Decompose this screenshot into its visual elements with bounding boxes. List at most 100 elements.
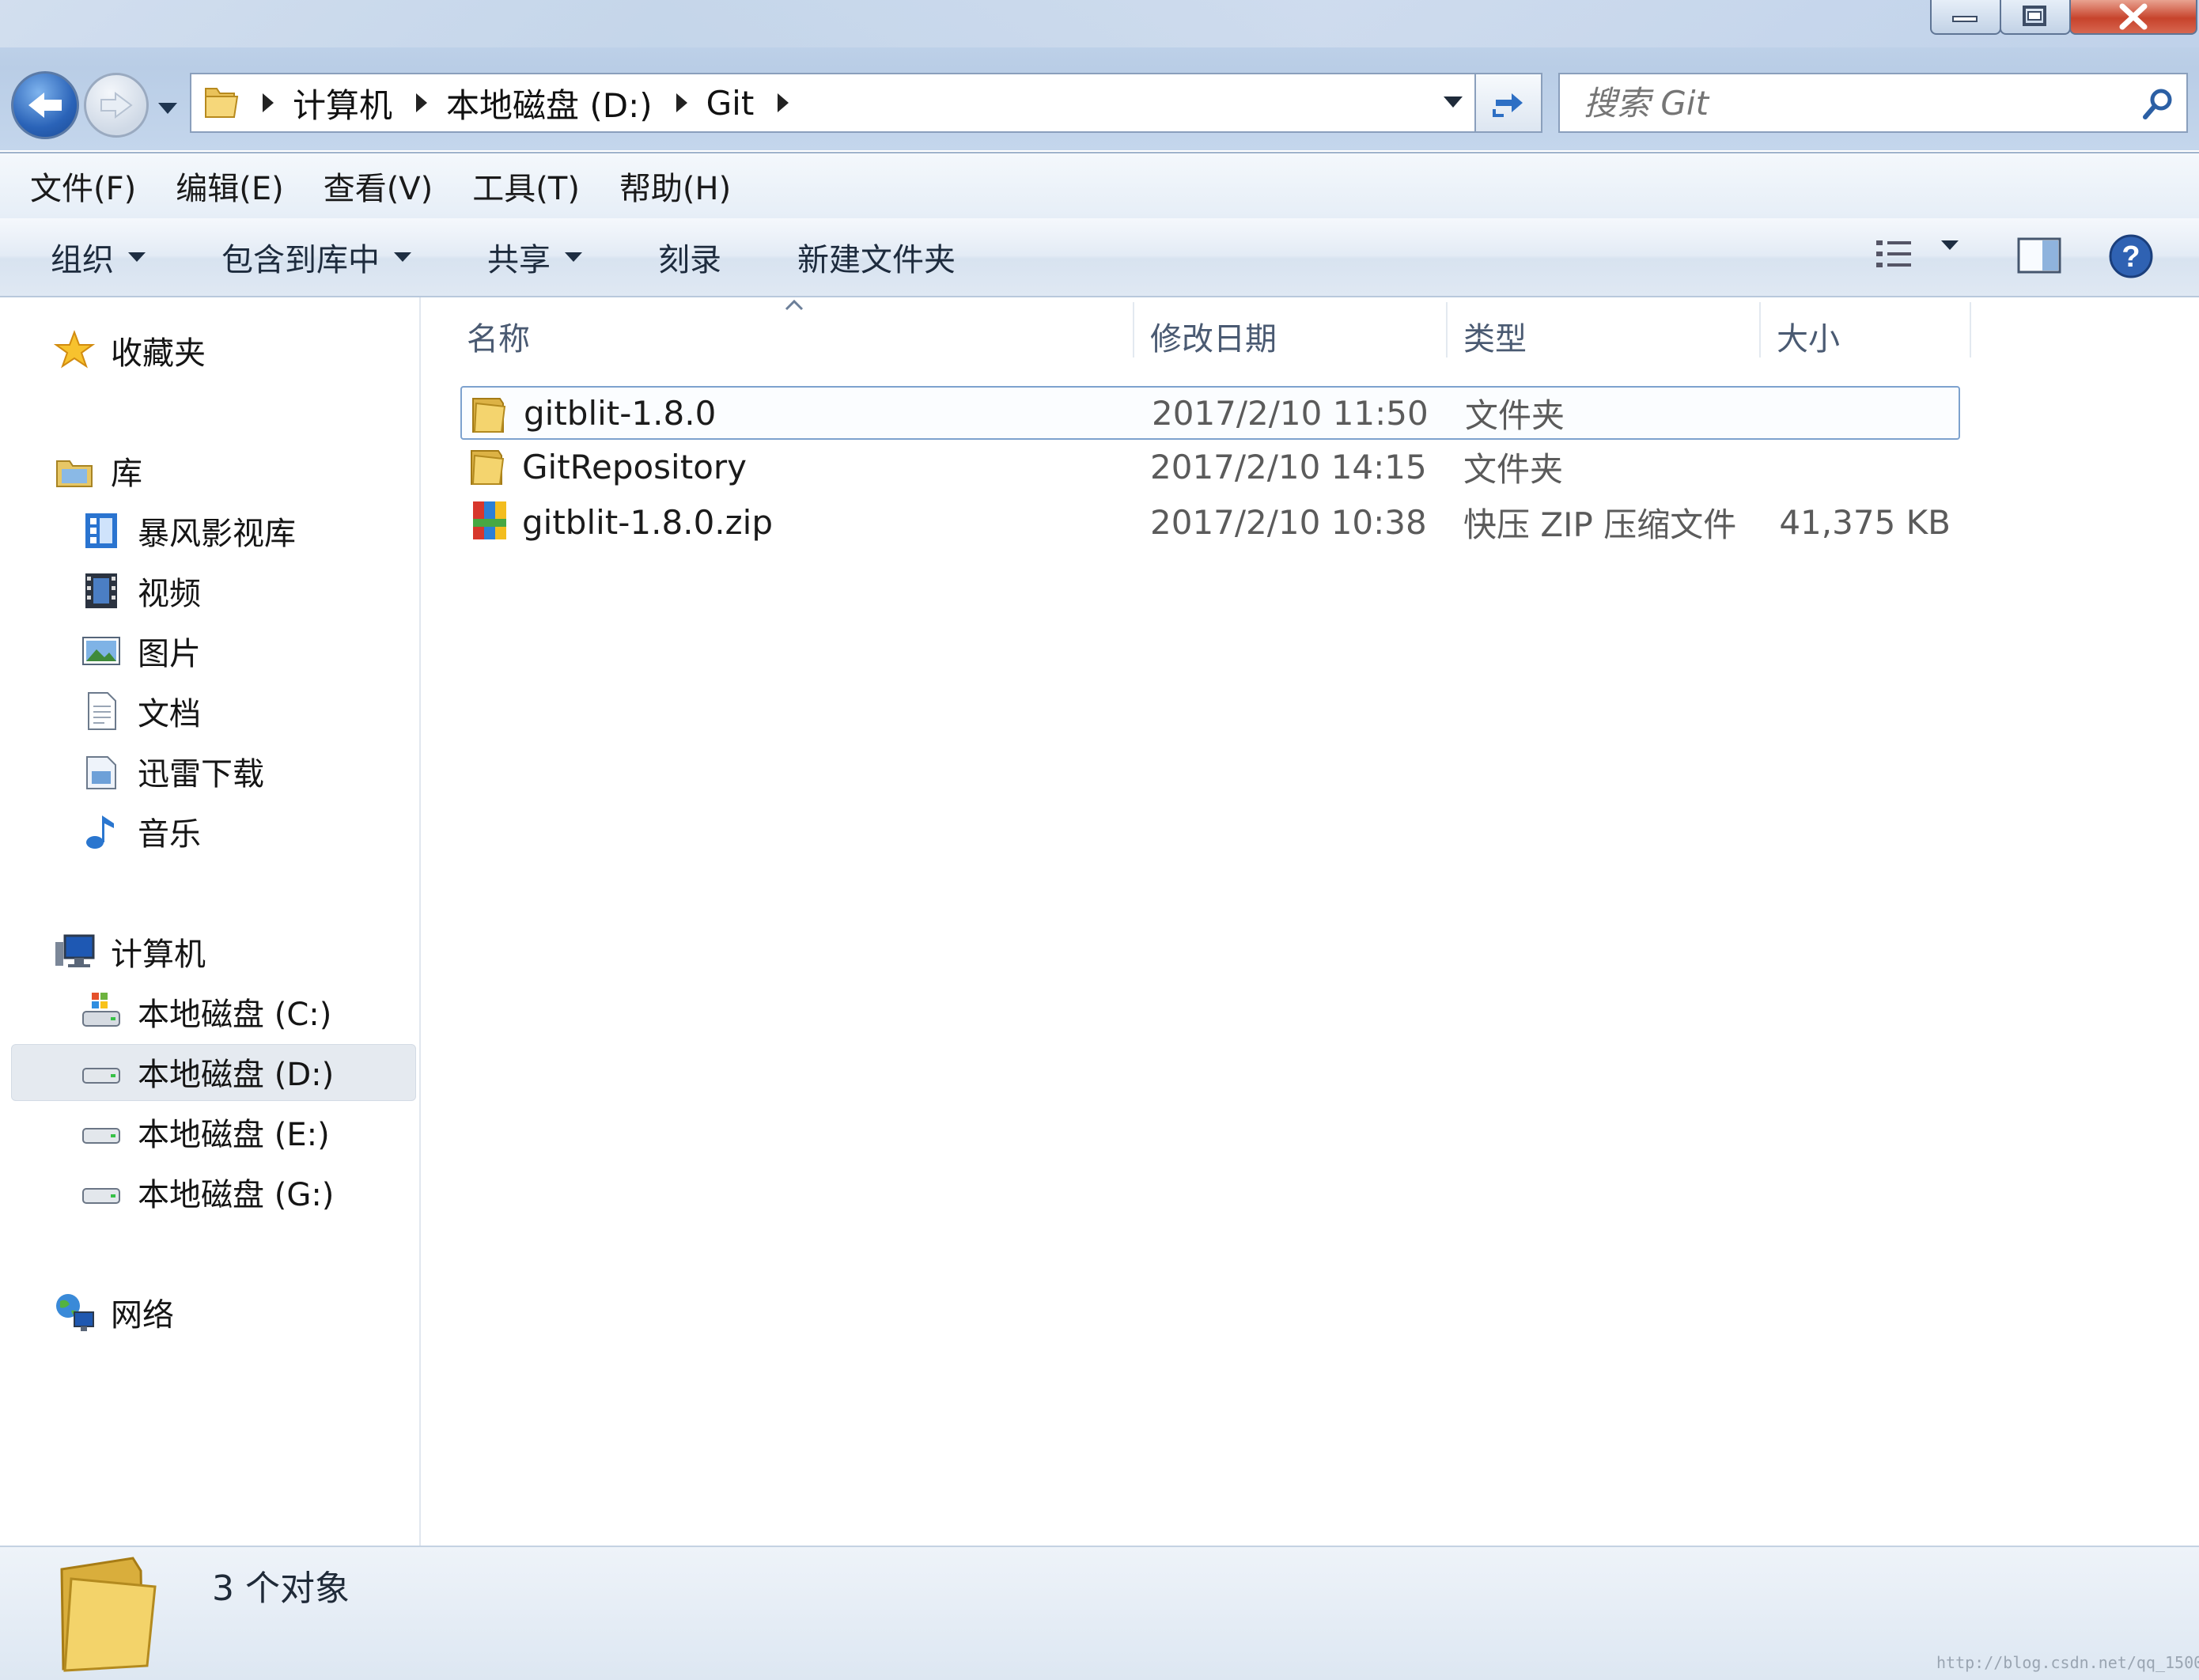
file-row[interactable]: GitRepository 2017/2/10 14:15 文件夹	[460, 440, 1960, 494]
breadcrumb-separator[interactable]	[676, 93, 687, 112]
column-divider[interactable]	[1446, 302, 1448, 358]
nav-drive-label: 本地磁盘 (E:)	[138, 1117, 330, 1153]
column-divider[interactable]	[1970, 302, 1971, 358]
file-row[interactable]: gitblit-1.8.0 2017/2/10 11:50 文件夹	[460, 386, 1960, 440]
nav-drive-e[interactable]: 本地磁盘 (E:)	[81, 1109, 330, 1155]
menu-view[interactable]: 查看(V)	[324, 163, 433, 209]
zip-archive-icon	[470, 498, 509, 551]
file-size: 41,375 KB	[1779, 502, 1951, 542]
include-in-library-button[interactable]: 包含到库中	[221, 234, 411, 280]
hard-drive-icon	[81, 1111, 122, 1152]
view-options-dropdown[interactable]	[1941, 240, 1959, 265]
menu-edit[interactable]: 编辑(E)	[176, 163, 283, 209]
media-library-icon	[81, 510, 122, 551]
column-header-name[interactable]: 名称	[467, 313, 530, 359]
nav-computer[interactable]: 计算机	[54, 929, 206, 974]
column-header-type[interactable]: 类型	[1463, 313, 1527, 359]
nav-favorites-label: 收藏夹	[111, 335, 206, 372]
star-icon	[54, 330, 95, 371]
nav-library-item[interactable]: 音乐	[81, 808, 201, 854]
column-header-date[interactable]: 修改日期	[1150, 313, 1277, 359]
chevron-down-icon	[1444, 96, 1463, 108]
maximize-icon	[2023, 6, 2046, 26]
share-label: 共享	[487, 242, 551, 278]
menu-file[interactable]: 文件(F)	[30, 163, 136, 209]
hard-drive-icon	[81, 1051, 122, 1092]
address-dropdown[interactable]	[1441, 93, 1465, 113]
nav-drive-c[interactable]: 本地磁盘 (C:)	[81, 989, 331, 1035]
nav-computer-label: 计算机	[111, 936, 206, 973]
details-view-icon	[1876, 240, 1911, 267]
breadcrumb-computer[interactable]: 计算机	[293, 79, 392, 127]
search-icon[interactable]	[2140, 87, 2175, 125]
nav-library-label: 视频	[138, 576, 201, 612]
nav-library-label: 迅雷下载	[138, 756, 264, 793]
back-button[interactable]	[11, 71, 79, 139]
nav-library-item[interactable]: 迅雷下载	[81, 748, 264, 794]
nav-network[interactable]: 网络	[54, 1289, 174, 1335]
file-date: 2017/2/10 14:15	[1150, 447, 1427, 486]
forward-button[interactable]	[84, 73, 149, 138]
burn-button[interactable]: 刻录	[658, 234, 721, 280]
burn-label: 刻录	[658, 242, 721, 278]
column-header-size[interactable]: 大小	[1777, 313, 1840, 359]
breadcrumb-separator[interactable]	[416, 93, 428, 112]
nav-library-label: 暴风影视库	[138, 516, 296, 552]
pictures-icon	[81, 630, 122, 672]
breadcrumb-separator[interactable]	[778, 93, 789, 112]
help-button[interactable]: ?	[2107, 233, 2155, 283]
column-divider[interactable]	[1759, 302, 1761, 358]
nav-drive-label: 本地磁盘 (D:)	[138, 1057, 335, 1093]
file-date: 2017/2/10 11:50	[1152, 393, 1429, 433]
nav-drive-d[interactable]: 本地磁盘 (D:)	[81, 1049, 334, 1095]
breadcrumb-drive-d[interactable]: 本地磁盘 (D:)	[446, 79, 653, 127]
folder-icon	[468, 392, 508, 443]
nav-library-label: 音乐	[138, 816, 201, 853]
help-icon: ?	[2109, 234, 2153, 278]
maximize-button[interactable]	[2000, 0, 2071, 35]
address-bar[interactable]: 计算机 本地磁盘 (D:) Git	[190, 73, 1476, 133]
file-type: 文件夹	[1465, 395, 1565, 435]
close-button[interactable]	[2069, 0, 2197, 35]
share-button[interactable]: 共享	[487, 234, 582, 280]
chevron-down-icon	[158, 103, 177, 114]
column-divider[interactable]	[1133, 302, 1134, 358]
nav-library-item[interactable]: 图片	[81, 628, 201, 674]
nav-favorites[interactable]: 收藏夹	[54, 327, 206, 373]
nav-library-item[interactable]: 视频	[81, 568, 201, 614]
download-library-icon	[81, 751, 122, 792]
search-input[interactable]	[1582, 82, 2099, 123]
organize-button[interactable]: 组织	[51, 234, 146, 280]
new-folder-button[interactable]: 新建文件夹	[797, 234, 956, 280]
refresh-button[interactable]	[1476, 73, 1542, 133]
file-row[interactable]: gitblit-1.8.0.zip 2017/2/10 10:38 快压 ZIP…	[460, 495, 1960, 549]
nav-drive-g[interactable]: 本地磁盘 (G:)	[81, 1169, 334, 1215]
change-view-button[interactable]	[1873, 236, 1916, 272]
breadcrumb-separator[interactable]	[263, 93, 274, 112]
preview-pane-button[interactable]	[2015, 236, 2063, 278]
recent-pages-dropdown[interactable]	[157, 96, 179, 119]
nav-library-item[interactable]: 文档	[81, 688, 201, 734]
nav-network-label: 网络	[111, 1297, 174, 1334]
menu-tools[interactable]: 工具(T)	[472, 163, 580, 209]
file-type: 快压 ZIP 压缩文件	[1463, 505, 1737, 544]
menu-help[interactable]: 帮助(H)	[619, 163, 731, 209]
breadcrumb-git[interactable]: Git	[706, 84, 755, 123]
close-icon	[2119, 3, 2148, 30]
minimize-button[interactable]	[1930, 0, 2001, 35]
video-icon	[81, 570, 122, 611]
refresh-icon	[1493, 93, 1523, 117]
file-name: gitblit-1.8.0.zip	[522, 502, 774, 542]
caret-down-icon	[128, 252, 146, 262]
file-date: 2017/2/10 10:38	[1150, 502, 1427, 542]
menu-bar: 文件(F) 编辑(E) 查看(V) 工具(T) 帮助(H)	[0, 152, 2199, 219]
nav-library-label: 文档	[138, 696, 201, 732]
nav-drive-label: 本地磁盘 (C:)	[138, 997, 332, 1033]
library-icon	[54, 450, 95, 491]
nav-library-item[interactable]: 暴风影视库	[81, 508, 296, 554]
search-box[interactable]	[1558, 73, 2188, 133]
sort-ascending-icon	[785, 299, 804, 314]
network-icon	[54, 1292, 95, 1333]
new-folder-label: 新建文件夹	[797, 242, 956, 278]
nav-libraries[interactable]: 库	[54, 448, 142, 494]
